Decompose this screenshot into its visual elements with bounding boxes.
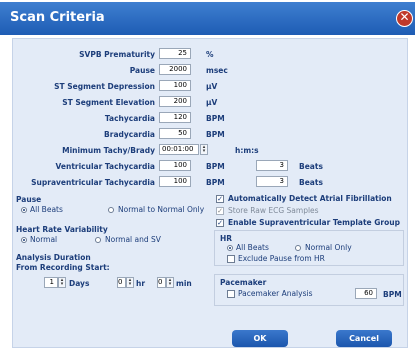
scan-criteria-dialog: Scan Criteria ✕ SVPB Prematurity 25 % Pa… (0, 2, 415, 350)
ventricular-tachy-field[interactable]: 100 (159, 160, 191, 171)
store-raw-ecg-checkbox[interactable]: ✓ (216, 207, 224, 215)
pacemaker-analysis-checkbox[interactable] (227, 290, 235, 298)
ventricular-tachy-beats-field[interactable]: 3 (256, 160, 288, 171)
sv-template-label: Enable Supraventricular Template Group (228, 218, 400, 227)
tachycardia-unit: BPM (206, 114, 225, 123)
detect-afib-checkbox[interactable]: ✓ (216, 195, 224, 203)
analysis-duration-label: Analysis Duration (16, 253, 91, 262)
svpb-prematurity-field[interactable]: 25 (159, 48, 191, 59)
hr-normal-only-label: Normal Only (305, 243, 352, 252)
hr-all-beats-radio[interactable] (227, 245, 233, 251)
st-depression-label: ST Segment Depression (54, 82, 155, 91)
hr-spinner[interactable]: ▴ ▾ (126, 277, 134, 288)
criteria-panel: SVPB Prematurity 25 % Pause 2000 msec ST… (12, 38, 408, 348)
hr-group: HR All Beats Normal Only Exclude Pause f… (214, 230, 404, 266)
min-label: min (176, 279, 192, 288)
ventricular-tachy-beats-unit: Beats (299, 162, 323, 171)
hrv-normal-and-sv-label: Normal and SV (105, 235, 161, 244)
hr-label: hr (136, 279, 146, 288)
ventricular-tachy-label: Ventricular Tachycardia (55, 162, 156, 171)
hr-field[interactable]: 0 (117, 277, 126, 288)
pause-field[interactable]: 2000 (159, 64, 191, 75)
days-spinner[interactable]: ▴ ▾ (58, 277, 66, 288)
detect-afib-label: Automatically Detect Atrial Fibrillation (228, 194, 392, 203)
exclude-pause-label: Exclude Pause from HR (238, 254, 325, 263)
tachycardia-field[interactable]: 120 (159, 112, 191, 123)
pause-normal-to-normal-radio[interactable] (108, 207, 114, 213)
svpb-prematurity-unit: % (206, 50, 214, 59)
pacemaker-bpm-unit: BPM (383, 290, 402, 299)
pause-group-label: Pause (16, 195, 42, 204)
min-spinner[interactable]: ▴ ▾ (166, 277, 174, 288)
title-bar: Scan Criteria ✕ (0, 2, 415, 35)
st-elevation-unit: µV (206, 98, 218, 107)
min-tachy-brady-unit: h:m:s (235, 146, 259, 155)
tachycardia-label: Tachycardia (104, 114, 155, 123)
days-field[interactable]: 1 (44, 277, 58, 288)
bradycardia-unit: BPM (206, 130, 225, 139)
hr-normal-only-radio[interactable] (295, 245, 301, 251)
pacemaker-analysis-label: Pacemaker Analysis (238, 289, 313, 298)
min-tachy-brady-label: Minimum Tachy/Brady (62, 146, 155, 155)
bradycardia-field[interactable]: 50 (159, 128, 191, 139)
supraventricular-tachy-unit: BPM (206, 178, 225, 187)
pause-all-beats-radio[interactable] (21, 207, 27, 213)
pacemaker-group: Pacemaker Pacemaker Analysis 60 BPM (214, 274, 404, 306)
pacemaker-group-label: Pacemaker (220, 278, 267, 287)
supraventricular-tachy-beats-unit: Beats (299, 178, 323, 187)
hrv-group-label: Heart Rate Variability (16, 225, 108, 234)
close-button[interactable]: ✕ (396, 10, 413, 27)
st-depression-field[interactable]: 100 (159, 80, 191, 91)
ok-button[interactable]: OK (232, 330, 288, 347)
pacemaker-bpm-field[interactable]: 60 (355, 288, 377, 299)
hr-all-beats-label: All Beats (236, 243, 269, 252)
pause-unit: msec (206, 66, 228, 75)
exclude-pause-checkbox[interactable] (227, 255, 235, 263)
days-label: Days (69, 279, 90, 288)
supraventricular-tachy-field[interactable]: 100 (159, 176, 191, 187)
hrv-normal-radio[interactable] (21, 237, 27, 243)
store-raw-ecg-label: Store Raw ECG Samples (228, 206, 319, 215)
pause-all-beats-label: All Beats (30, 205, 63, 214)
dialog-title: Scan Criteria (10, 10, 105, 25)
st-elevation-field[interactable]: 200 (159, 96, 191, 107)
pause-normal-to-normal-label: Normal to Normal Only (118, 205, 205, 214)
ventricular-tachy-unit: BPM (206, 162, 225, 171)
min-field[interactable]: 0 (157, 277, 166, 288)
min-tachy-brady-field[interactable]: 00:01:00 (159, 144, 199, 155)
hr-group-label: HR (220, 234, 233, 243)
st-depression-unit: µV (206, 82, 218, 91)
hrv-normal-label: Normal (30, 235, 58, 244)
sv-template-checkbox[interactable]: ✓ (216, 219, 224, 227)
close-icon: ✕ (399, 10, 410, 24)
supraventricular-tachy-label: Supraventricular Tachycardia (31, 178, 155, 187)
st-elevation-label: ST Segment Elevation (62, 98, 155, 107)
hrv-normal-and-sv-radio[interactable] (95, 237, 101, 243)
pause-label: Pause (129, 66, 155, 75)
supraventricular-tachy-beats-field[interactable]: 3 (256, 176, 288, 187)
cancel-button[interactable]: Cancel (336, 330, 392, 347)
min-tachy-brady-spinner[interactable]: ▴ ▾ (200, 144, 208, 155)
bradycardia-label: Bradycardia (104, 130, 155, 139)
from-recording-start-label: From Recording Start: (16, 263, 110, 272)
svpb-prematurity-label: SVPB Prematurity (79, 50, 155, 59)
